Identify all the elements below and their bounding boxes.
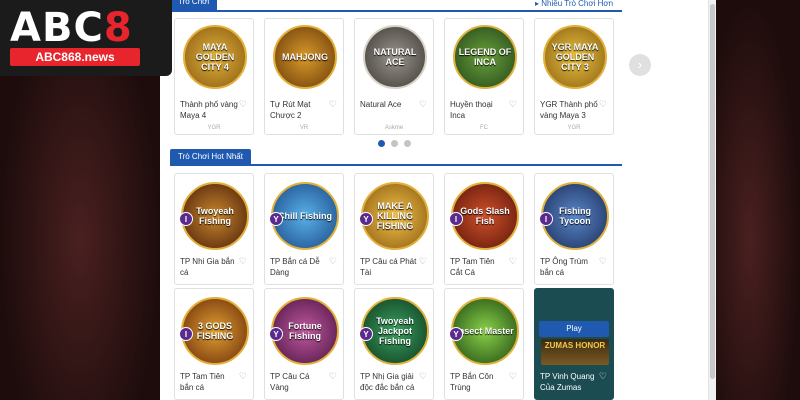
game-thumbnail: NATURAL ACE <box>363 25 427 89</box>
provider-badge: Y <box>269 212 283 226</box>
heart-icon[interactable]: ♡ <box>419 99 427 110</box>
heart-icon[interactable]: ♡ <box>239 99 247 110</box>
game-name: TP Bắn cá Dễ Dàng <box>270 257 320 277</box>
heart-icon[interactable]: ♡ <box>509 256 517 267</box>
heart-icon[interactable]: ♡ <box>419 256 427 267</box>
game-vendor: YGR <box>567 125 581 131</box>
provider-badge: Y <box>359 327 373 341</box>
game-card[interactable]: MAYA GOLDEN CITY 4 Thành phố vàng Maya 4… <box>174 18 254 135</box>
page-scrollbar[interactable] <box>708 0 716 400</box>
carousel-dot[interactable] <box>391 140 398 147</box>
logo-domain: ABC868.news <box>10 48 140 66</box>
game-lobby-panel: Trò Chơi ▸ Nhiều Trò Chơi Hơn MAYA GOLDE… <box>160 0 708 400</box>
carousel-dots <box>378 140 411 147</box>
game-vendor: Askme <box>384 125 404 131</box>
game-name: Natural Ace <box>360 100 402 109</box>
game-thumbnail: YGR MAYA GOLDEN CITY 3 <box>543 25 607 89</box>
heart-icon[interactable]: ♡ <box>329 371 337 382</box>
provider-badge: Y <box>449 327 463 341</box>
game-vendor: FC <box>480 125 488 131</box>
game-thumbnail: MAYA GOLDEN CITY 4 <box>183 25 247 89</box>
carousel-dot[interactable] <box>378 140 385 147</box>
game-card[interactable]: MAKE A KILLING FISHING Y TP Câu cá Phát … <box>354 173 434 285</box>
game-card[interactable]: Twoyeah Fishing I TP Nhi Gia bắn cá ♡ <box>174 173 254 285</box>
tab-hottest-games[interactable]: Trò Chơi Hot Nhất <box>170 149 251 165</box>
play-button[interactable]: Play <box>539 321 609 337</box>
game-name: TP Ông Trùm bắn cá <box>540 257 588 277</box>
heart-icon[interactable]: ♡ <box>509 99 517 110</box>
game-name: TP Nhi Gia bắn cá <box>180 257 235 277</box>
logo-text-abc: ABC <box>10 5 104 51</box>
game-name: TP Câu Cá Vàng <box>270 372 310 392</box>
heart-icon[interactable]: ♡ <box>599 371 607 382</box>
heart-icon[interactable]: ♡ <box>509 371 517 382</box>
heart-icon[interactable]: ♡ <box>329 99 337 110</box>
game-name: TP Vinh Quang Của Zumas <box>540 372 595 392</box>
game-name: Huyền thoại Inca <box>450 100 493 120</box>
provider-badge: I <box>539 212 553 226</box>
game-card[interactable]: Fishing Tycoon I TP Ông Trùm bắn cá ♡ <box>534 173 614 285</box>
game-name: TP Tam Tiên bắn cá <box>180 372 225 392</box>
heart-icon[interactable]: ♡ <box>419 371 427 382</box>
game-card[interactable]: Gods Slash Fish I TP Tam Tiên Cắt Cá ♡ <box>444 173 524 285</box>
game-thumbnail: ZUMAS HONOR <box>541 339 609 365</box>
heart-icon[interactable]: ♡ <box>599 99 607 110</box>
provider-badge: I <box>449 212 463 226</box>
game-name: TP Câu cá Phát Tài <box>360 257 417 277</box>
chevron-right-icon[interactable]: › <box>629 54 651 76</box>
game-vendor: VR <box>299 125 309 131</box>
logo-text-8: 8 <box>103 5 133 51</box>
game-card-hovered[interactable]: Play ZUMAS HONOR TP Vinh Quang Của Zumas… <box>534 288 614 400</box>
provider-badge: Y <box>269 327 283 341</box>
game-name: TP Nhị Gia giải độc đắc bắn cá <box>360 372 415 392</box>
carousel-dot[interactable] <box>404 140 411 147</box>
heart-icon[interactable]: ♡ <box>239 256 247 267</box>
game-card[interactable]: MAHJONG Tự Rút Mạt Chược 2 ♡ VR <box>264 18 344 135</box>
heart-icon[interactable]: ♡ <box>329 256 337 267</box>
scrollbar-thumb[interactable] <box>710 4 715 379</box>
game-card[interactable]: LEGEND OF INCA Huyền thoại Inca ♡ FC <box>444 18 524 135</box>
more-games-label: Nhiều Trò Chơi Hơn <box>541 0 614 8</box>
game-thumbnail: MAHJONG <box>273 25 337 89</box>
provider-badge: I <box>179 212 193 226</box>
section-divider <box>170 10 622 12</box>
game-card[interactable]: NATURAL ACE Natural Ace ♡ Askme <box>354 18 434 135</box>
game-card[interactable]: Chill Fishing Y TP Bắn cá Dễ Dàng ♡ <box>264 173 344 285</box>
tab-games[interactable]: Trò Chơi <box>170 0 218 10</box>
game-name: TP Bắn Côn Trùng <box>450 372 494 392</box>
game-name: Tự Rút Mạt Chược 2 <box>270 100 311 120</box>
logo-wordmark: ABC8 <box>10 6 133 50</box>
provider-badge: Y <box>359 212 373 226</box>
game-card[interactable]: 3 GODS FISHING I TP Tam Tiên bắn cá ♡ <box>174 288 254 400</box>
game-thumbnail: LEGEND OF INCA <box>453 25 517 89</box>
game-card[interactable]: Insect Master Y TP Bắn Côn Trùng ♡ <box>444 288 524 400</box>
site-logo: ABC8 ABC868.news <box>0 0 172 76</box>
heart-icon[interactable]: ♡ <box>239 371 247 382</box>
game-name: YGR Thành phố vàng Maya 3 <box>540 100 598 120</box>
game-name: TP Tam Tiên Cắt Cá <box>450 257 495 277</box>
game-card[interactable]: YGR MAYA GOLDEN CITY 3 YGR Thành phố vàn… <box>534 18 614 135</box>
heart-icon[interactable]: ♡ <box>599 256 607 267</box>
game-card[interactable]: Fortune Fishing Y TP Câu Cá Vàng ♡ <box>264 288 344 400</box>
game-vendor: YGR <box>207 125 221 131</box>
game-name: Thành phố vàng Maya 4 <box>180 100 238 120</box>
section-divider <box>170 164 622 166</box>
game-card[interactable]: Twoyeah Jackpot Fishing Y TP Nhị Gia giả… <box>354 288 434 400</box>
more-games-link[interactable]: ▸ Nhiều Trò Chơi Hơn <box>535 0 613 10</box>
provider-badge: I <box>179 327 193 341</box>
